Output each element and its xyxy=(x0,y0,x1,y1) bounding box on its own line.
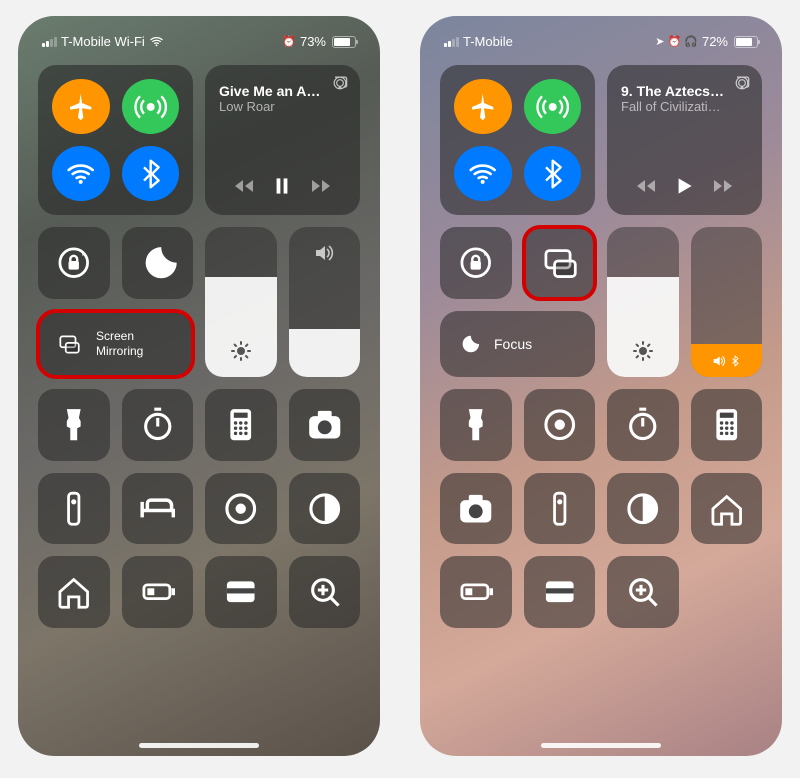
brightness-slider[interactable] xyxy=(607,227,679,377)
play-button[interactable] xyxy=(671,173,697,199)
airplane-toggle[interactable] xyxy=(454,79,512,134)
camera-button[interactable] xyxy=(440,473,512,545)
home-indicator[interactable] xyxy=(541,743,661,748)
home-button[interactable] xyxy=(691,473,763,545)
bluetooth-toggle[interactable] xyxy=(122,146,180,201)
wifi-toggle[interactable] xyxy=(52,146,110,201)
signal-bars-icon xyxy=(42,37,57,47)
connectivity-panel[interactable] xyxy=(38,65,193,215)
magnifier-button[interactable] xyxy=(607,556,679,628)
magnifier-button[interactable] xyxy=(289,556,361,628)
camera-button[interactable] xyxy=(289,389,361,461)
orientation-lock-button[interactable] xyxy=(38,227,110,299)
screen-mirroring-button[interactable] xyxy=(524,227,596,299)
wifi-toggle[interactable] xyxy=(454,146,512,201)
bluetooth-icon xyxy=(729,355,741,367)
screen-mirroring-button[interactable]: Screen Mirroring xyxy=(38,311,193,378)
connectivity-panel[interactable] xyxy=(440,65,595,215)
volume-icon xyxy=(711,353,727,369)
wifi-icon xyxy=(149,34,164,49)
low-power-button[interactable] xyxy=(440,556,512,628)
status-bar: T-Mobile ➤ ⏰ 🎧 72% xyxy=(420,16,782,55)
shortcut-grid xyxy=(38,389,360,628)
battery-pct: 73% xyxy=(300,34,326,49)
control-center-left: T-Mobile Wi-Fi ⏰ 73% Give Me an A… Low R… xyxy=(18,16,380,756)
screen-mirroring-icon xyxy=(539,242,580,283)
bluetooth-toggle[interactable] xyxy=(524,146,582,201)
carrier-label: T-Mobile Wi-Fi xyxy=(61,34,145,49)
wallet-button[interactable] xyxy=(205,556,277,628)
battery-icon xyxy=(734,36,758,48)
status-icons: ➤ ⏰ 🎧 xyxy=(655,35,698,48)
now-playing-panel[interactable]: Give Me an A… Low Roar xyxy=(205,65,360,215)
timer-button[interactable] xyxy=(122,389,194,461)
pause-button[interactable] xyxy=(269,173,295,199)
orientation-lock-button[interactable] xyxy=(440,227,512,299)
cellular-toggle[interactable] xyxy=(524,79,582,134)
rewind-button[interactable] xyxy=(634,174,658,198)
moon-icon xyxy=(458,333,480,355)
calculator-button[interactable] xyxy=(691,389,763,461)
brightness-icon xyxy=(229,339,253,363)
timer-button[interactable] xyxy=(607,389,679,461)
forward-button[interactable] xyxy=(711,174,735,198)
sleep-button[interactable] xyxy=(122,473,194,545)
status-bar: T-Mobile Wi-Fi ⏰ 73% xyxy=(18,16,380,55)
now-playing-panel[interactable]: 9. The Aztecs… Fall of Civilizati… xyxy=(607,65,762,215)
volume-slider[interactable] xyxy=(691,227,763,377)
carrier-label: T-Mobile xyxy=(463,34,513,49)
calculator-button[interactable] xyxy=(205,389,277,461)
track-title: Give Me an A… xyxy=(219,83,346,99)
cellular-toggle[interactable] xyxy=(122,79,180,134)
flashlight-button[interactable] xyxy=(440,389,512,461)
track-title: 9. The Aztecs… xyxy=(621,83,748,99)
home-button[interactable] xyxy=(38,556,110,628)
forward-button[interactable] xyxy=(309,174,333,198)
battery-pct: 72% xyxy=(702,34,728,49)
remote-button[interactable] xyxy=(38,473,110,545)
battery-icon xyxy=(332,36,356,48)
low-power-button[interactable] xyxy=(122,556,194,628)
rewind-button[interactable] xyxy=(232,174,256,198)
brightness-icon xyxy=(631,339,655,363)
airplay-icon[interactable] xyxy=(732,73,752,93)
brightness-slider[interactable] xyxy=(205,227,277,377)
flashlight-button[interactable] xyxy=(38,389,110,461)
home-indicator[interactable] xyxy=(139,743,259,748)
focus-label: Focus xyxy=(494,336,532,352)
track-artist: Fall of Civilizati… xyxy=(621,99,748,114)
screen-mirroring-label: Screen Mirroring xyxy=(96,329,143,358)
do-not-disturb-button[interactable] xyxy=(122,227,194,299)
signal-bars-icon xyxy=(444,37,459,47)
screen-record-button[interactable] xyxy=(524,389,596,461)
volume-fill xyxy=(691,344,763,377)
airplane-toggle[interactable] xyxy=(52,79,110,134)
volume-icon xyxy=(312,241,336,265)
dark-mode-button[interactable] xyxy=(607,473,679,545)
alarm-icon: ⏰ xyxy=(282,35,296,48)
volume-slider[interactable] xyxy=(289,227,361,377)
wallet-button[interactable] xyxy=(524,556,596,628)
track-artist: Low Roar xyxy=(219,99,346,114)
focus-button[interactable]: Focus xyxy=(440,311,595,378)
shortcut-grid xyxy=(440,389,762,628)
control-center-right: T-Mobile ➤ ⏰ 🎧 72% 9. The Aztecs… Fall o… xyxy=(420,16,782,756)
screen-record-button[interactable] xyxy=(205,473,277,545)
dark-mode-button[interactable] xyxy=(289,473,361,545)
airplay-icon[interactable] xyxy=(330,73,350,93)
remote-button[interactable] xyxy=(524,473,596,545)
screen-mirroring-icon xyxy=(54,331,84,357)
